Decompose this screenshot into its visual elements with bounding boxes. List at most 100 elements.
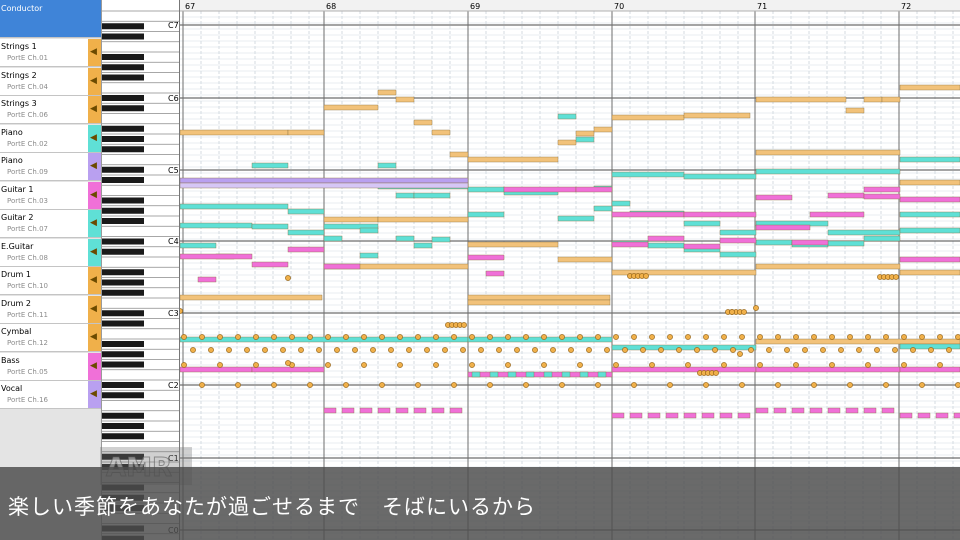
speaker-icon[interactable]: ◀ — [88, 295, 101, 323]
piano-roll-grid[interactable]: 67 68 69 70 71 72 — [180, 0, 960, 540]
drum-hit — [739, 334, 745, 340]
lyrics-caption-bar: 楽しい季節をあなたが過ごせるまで そばにいるから — [0, 467, 960, 540]
drum-hit — [208, 347, 214, 353]
midi-note — [611, 211, 685, 218]
track-row[interactable]: Piano PortE Ch.09 ◀ — [0, 153, 101, 181]
midi-note — [467, 371, 613, 378]
drum-hit — [262, 347, 268, 353]
drum-hit — [298, 347, 304, 353]
speaker-icon[interactable]: ◀ — [88, 352, 101, 380]
midi-note — [180, 242, 217, 249]
midi-note — [180, 253, 253, 260]
measure-label: 68 — [326, 2, 336, 11]
speaker-icon[interactable]: ◀ — [88, 153, 101, 180]
black-key — [102, 361, 144, 368]
black-key — [102, 423, 144, 429]
track-row[interactable]: E.Guitar PortE Ch.08 ◀ — [0, 238, 101, 267]
track-row[interactable]: Guitar 1 PortE Ch.03 ◀ — [0, 181, 101, 210]
drum-hit — [766, 347, 772, 353]
speaker-icon[interactable]: ◀ — [88, 39, 101, 66]
track-row[interactable]: Cymbal PortE Ch.12 ◀ — [0, 324, 101, 352]
track-row[interactable]: Conductor — [0, 0, 101, 38]
drum-hit — [334, 347, 340, 353]
drum-hit — [631, 334, 637, 340]
midi-note — [395, 96, 415, 103]
midi-note — [719, 251, 757, 258]
piano-roll-canvas[interactable]: 67 68 69 70 71 72 — [180, 0, 960, 540]
midi-note — [683, 220, 721, 227]
track-row[interactable]: Drum 2 PortE Ch.11 ◀ — [0, 295, 101, 324]
track-row[interactable]: Strings 3 PortE Ch.06 ◀ — [0, 96, 101, 124]
track-row[interactable]: Strings 1 PortE Ch.01 ◀ — [0, 39, 101, 67]
midi-note — [827, 407, 841, 414]
track-row[interactable]: Piano PortE Ch.02 ◀ — [0, 124, 101, 153]
track-port: PortE Ch.12 — [7, 339, 48, 347]
speaker-icon[interactable]: ◀ — [88, 181, 101, 209]
speaker-icon[interactable]: ◀ — [88, 381, 101, 408]
black-key — [102, 279, 144, 286]
drum-hit — [955, 334, 960, 340]
midi-note — [251, 223, 289, 230]
midi-note — [323, 104, 379, 111]
drum-hit — [568, 347, 574, 353]
speaker-icon[interactable]: ◀ — [88, 210, 101, 237]
midi-note — [881, 96, 901, 103]
track-name: Guitar 2 — [1, 213, 34, 222]
midi-note — [863, 407, 877, 414]
midi-note — [467, 211, 505, 218]
midi-note — [863, 96, 883, 103]
speaker-icon[interactable]: ◀ — [88, 124, 101, 152]
track-row[interactable]: Bass PortE Ch.05 ◀ — [0, 352, 101, 381]
black-key — [102, 177, 144, 183]
midi-note — [827, 229, 901, 236]
track-port: PortE Ch.09 — [7, 168, 48, 176]
drum-hit — [460, 347, 466, 353]
measure-label: 71 — [757, 2, 767, 11]
midi-note — [755, 239, 793, 246]
drum-hit — [415, 334, 421, 340]
track-name: Piano — [1, 127, 23, 137]
speaker-icon[interactable]: ◀ — [88, 67, 101, 95]
track-name: Cymbal — [1, 327, 32, 336]
track-port: PortE Ch.16 — [7, 396, 48, 404]
drum-hit — [469, 362, 475, 368]
speaker-icon[interactable] — [88, 0, 101, 37]
midi-note — [755, 224, 811, 231]
drum-hit — [748, 347, 754, 353]
midi-note — [845, 407, 859, 414]
midi-note — [773, 407, 787, 414]
midi-note — [719, 229, 757, 236]
drum-hit — [388, 347, 394, 353]
midi-note — [287, 129, 325, 136]
track-row[interactable]: Strings 2 PortE Ch.04 ◀ — [0, 67, 101, 96]
midi-note — [755, 168, 901, 175]
track-row[interactable]: Guitar 2 PortE Ch.07 ◀ — [0, 210, 101, 238]
drum-hit — [604, 347, 610, 353]
midi-note — [719, 412, 733, 419]
midi-note — [359, 252, 379, 259]
black-key — [102, 320, 144, 327]
midi-note — [917, 412, 931, 419]
speaker-icon[interactable]: ◀ — [88, 238, 101, 266]
black-key — [102, 289, 144, 296]
measure-label: 72 — [901, 2, 911, 11]
drum-hit — [226, 347, 232, 353]
black-key — [102, 207, 144, 214]
speaker-icon[interactable]: ◀ — [88, 324, 101, 351]
drum-hit — [829, 362, 835, 368]
drum-hit — [883, 382, 889, 388]
midi-note — [719, 237, 757, 244]
drum-hit — [235, 334, 241, 340]
midi-note — [683, 211, 757, 218]
midi-note — [543, 371, 553, 378]
black-key — [102, 64, 144, 71]
track-row[interactable]: Vocal PortE Ch.16 ◀ — [0, 381, 101, 409]
black-key — [102, 412, 144, 419]
drum-hit — [937, 362, 943, 368]
midi-note — [341, 407, 355, 414]
speaker-icon[interactable]: ◀ — [88, 267, 101, 294]
midi-note — [575, 136, 595, 143]
midi-note — [449, 407, 463, 414]
speaker-icon[interactable]: ◀ — [88, 96, 101, 123]
track-row[interactable]: Drum 1 PortE Ch.10 ◀ — [0, 267, 101, 295]
